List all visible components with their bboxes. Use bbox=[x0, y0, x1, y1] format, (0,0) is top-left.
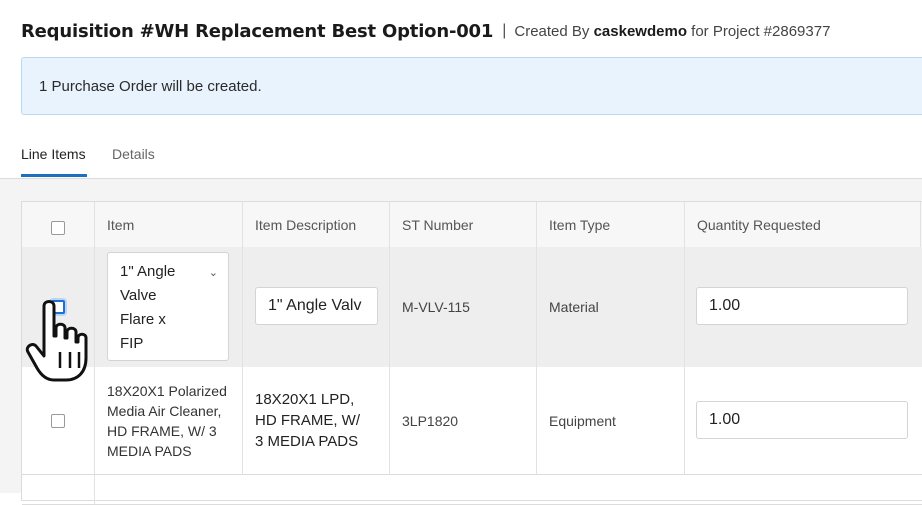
item-cell: 18X20X1 Polarized Media Air Cleaner, HD … bbox=[95, 367, 243, 474]
item-type-cell: Equipment bbox=[537, 367, 685, 474]
column-header-item-description[interactable]: Item Description bbox=[243, 202, 390, 247]
column-header-item-type[interactable]: Item Type bbox=[537, 202, 685, 247]
created-by-prefix: Created By bbox=[514, 22, 590, 40]
quantity-input[interactable]: 1.00 bbox=[696, 287, 908, 325]
st-number-cell: M-VLV-115 bbox=[390, 247, 537, 367]
item-cell: 1" Angle Valve Flare x FIP ⌄ bbox=[95, 247, 243, 367]
item-description-cell: 1" Angle Valv bbox=[243, 247, 390, 367]
item-description-line: 3 MEDIA PADS bbox=[255, 433, 359, 450]
item-select-line: Flare x bbox=[120, 311, 166, 328]
row-select-cell bbox=[22, 474, 95, 504]
item-description-line: 18X20X1 LPD, bbox=[255, 391, 355, 408]
hand-pointer-cursor-icon bbox=[25, 300, 88, 382]
st-number-cell: 3LP1820 bbox=[390, 367, 537, 474]
project-reference: for Project #2869377 bbox=[691, 22, 831, 40]
column-header-quantity-requested[interactable]: Quantity Requested bbox=[685, 202, 921, 247]
item-name-line: 18X20X1 Polarized bbox=[107, 382, 227, 399]
item-name: 18X20X1 Polarized Media Air Cleaner, HD … bbox=[107, 381, 227, 461]
select-all-cell bbox=[22, 202, 95, 247]
tab-details[interactable]: Details bbox=[112, 146, 155, 162]
active-tab-indicator bbox=[21, 174, 87, 177]
item-description-line: HD FRAME, W/ bbox=[255, 412, 360, 429]
item-type-cell: Material bbox=[537, 247, 685, 367]
quantity-cell: 1.00 bbox=[685, 247, 921, 367]
item-name-line: Media Air Cleaner, bbox=[107, 402, 222, 419]
quantity-input[interactable]: 1.00 bbox=[696, 401, 908, 439]
created-by-info: Created By caskewdemo for Project #28693… bbox=[514, 23, 830, 40]
item-name-line: HD FRAME, W/ 3 bbox=[107, 422, 217, 439]
banner-message: 1 Purchase Order will be created. bbox=[39, 77, 262, 95]
column-header-item[interactable]: Item bbox=[95, 202, 243, 247]
item-description-input[interactable]: 1" Angle Valv bbox=[255, 287, 378, 325]
table-row: 1" Angle Valve Flare x FIP ⌄ 1" Angle Va… bbox=[22, 247, 922, 368]
chevron-down-icon: ⌄ bbox=[208, 267, 218, 279]
item-select-line: FIP bbox=[120, 335, 144, 352]
item-select-line: Valve bbox=[120, 287, 157, 304]
select-all-checkbox[interactable] bbox=[51, 220, 65, 235]
item-select[interactable]: 1" Angle Valve Flare x FIP ⌄ bbox=[107, 252, 229, 361]
header-separator: | bbox=[502, 22, 507, 39]
created-by-user: caskewdemo bbox=[593, 22, 687, 40]
table-row bbox=[22, 474, 922, 505]
table-header: Item Item Description ST Number Item Typ… bbox=[22, 202, 922, 248]
info-banner: 1 Purchase Order will be created. bbox=[21, 57, 922, 115]
row-checkbox[interactable] bbox=[51, 413, 65, 428]
item-select-line: 1" Angle bbox=[120, 263, 176, 280]
page-header: Requisition #WH Replacement Best Option-… bbox=[21, 14, 830, 48]
tab-bar: Line Items Details bbox=[0, 138, 922, 179]
item-name-line: MEDIA PADS bbox=[107, 442, 192, 459]
item-description-cell: 18X20X1 LPD, HD FRAME, W/ 3 MEDIA PADS bbox=[243, 367, 390, 474]
line-items-table: Item Item Description ST Number Item Typ… bbox=[21, 201, 922, 505]
page-title: Requisition #WH Replacement Best Option-… bbox=[21, 20, 494, 42]
quantity-cell: 1.00 bbox=[685, 367, 921, 474]
table-row: 18X20X1 Polarized Media Air Cleaner, HD … bbox=[22, 367, 922, 475]
item-description-text: 18X20X1 LPD, HD FRAME, W/ 3 MEDIA PADS bbox=[255, 389, 360, 452]
tab-line-items[interactable]: Line Items bbox=[21, 146, 86, 162]
column-header-st-number[interactable]: ST Number bbox=[390, 202, 537, 247]
